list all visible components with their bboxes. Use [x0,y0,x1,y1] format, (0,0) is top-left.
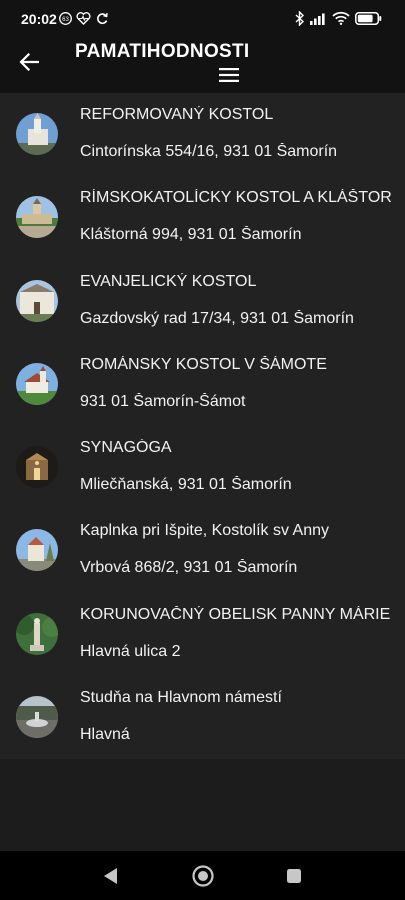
notification-count-icon: 63 [59,12,72,25]
status-bar: 20:02 63 [0,0,405,36]
nav-back-button[interactable] [98,863,124,889]
place-name: KORUNOVAČNÝ OBELISK PANNY MÁRIE [80,605,391,623]
place-address: Gazdovský rad 17/34, 931 01 Šamorín [80,309,354,327]
place-name: EVANJELICKÝ KOSTOL [80,272,257,290]
place-address: Hlavná [80,726,130,744]
place-thumbnail [16,529,58,572]
place-address: 931 01 Šamorín-Šámot [80,392,246,410]
place-item-chapel-ispita[interactable]: Kaplnka pri Išpite, Kostolík sv Anny Vrb… [0,509,405,592]
place-thumbnail [16,196,58,239]
place-name: SYNAGÓGA [80,439,172,457]
place-address: Hlavná ulica 2 [80,642,181,660]
place-item-evangelical-church[interactable]: EVANJELICKÝ KOSTOL Gazdovský rad 17/34, … [0,260,405,343]
sync-icon [97,13,108,25]
place-item-synagogue[interactable]: SYNAGÓGA Mliečňanská, 931 01 Šamorín [0,426,405,509]
heart-pulse-icon [76,12,91,25]
signal-icon [310,13,325,25]
place-name: Kaplnka pri Išpite, Kostolík sv Anny [80,522,330,540]
place-address: Kláštorná 994, 931 01 Šamorín [80,226,302,244]
place-thumbnail [16,113,58,155]
place-address: Mliečňanská, 931 01 Šamorín [80,476,292,494]
places-list: REFORMOVANÝ KOSTOL Cintorínska 554/16, 9… [0,93,405,760]
notification-count: 63 [62,17,69,23]
place-address: Vrbová 868/2, 931 01 Šamorín [80,559,298,577]
place-name: ROMÁNSKY KOSTOL V ŠÁMOTE [80,355,327,373]
hamburger-menu-icon [219,68,239,82]
bluetooth-icon [295,11,305,26]
recents-square-icon [287,869,301,883]
place-thumbnail [16,696,58,739]
place-item-coronation-obelisk[interactable]: KORUNOVAČNÝ OBELISK PANNY MÁRIE Hlavná u… [0,593,405,676]
menu-button[interactable] [215,65,243,85]
status-time: 20:02 [21,11,57,27]
place-name: Studňa na Hlavnom námestí [80,689,282,707]
back-button[interactable] [13,46,45,78]
nav-recents-button[interactable] [281,863,307,889]
place-name: RÍMSKOKATOLÍCKY KOSTOL A KLÁŠTOR [80,189,392,207]
wifi-icon [332,11,350,25]
app-bar: PAMATIHODNOSTI [0,36,405,93]
place-item-romanesque-church-samot[interactable]: ROMÁNSKY KOSTOL V ŠÁMOTE 931 01 Šamorín-… [0,343,405,426]
arrow-left-icon [19,53,39,71]
home-circle-icon [192,865,214,887]
screen: 20:02 63 PAMATIHODNOSTI REFORMOVANÝ KOST… [0,0,405,900]
battery-icon [355,12,382,25]
place-item-reformed-church[interactable]: REFORMOVANÝ KOSTOL Cintorínska 554/16, 9… [0,93,405,176]
place-address: Cintorínska 554/16, 931 01 Šamorín [80,143,338,160]
place-thumbnail [16,446,58,489]
place-item-catholic-church-monastery[interactable]: RÍMSKOKATOLÍCKY KOSTOL A KLÁŠTOR Kláštor… [0,176,405,259]
place-item-well-main-square[interactable]: Studňa na Hlavnom námestí Hlavná [0,676,405,759]
place-thumbnail [16,279,58,322]
system-nav-bar [0,851,405,900]
nav-home-button[interactable] [190,863,216,889]
back-triangle-icon [104,868,117,884]
page-title: PAMATIHODNOSTI [75,41,250,62]
place-thumbnail [16,362,58,405]
place-name: REFORMOVANÝ KOSTOL [80,106,274,123]
place-thumbnail [16,612,58,655]
